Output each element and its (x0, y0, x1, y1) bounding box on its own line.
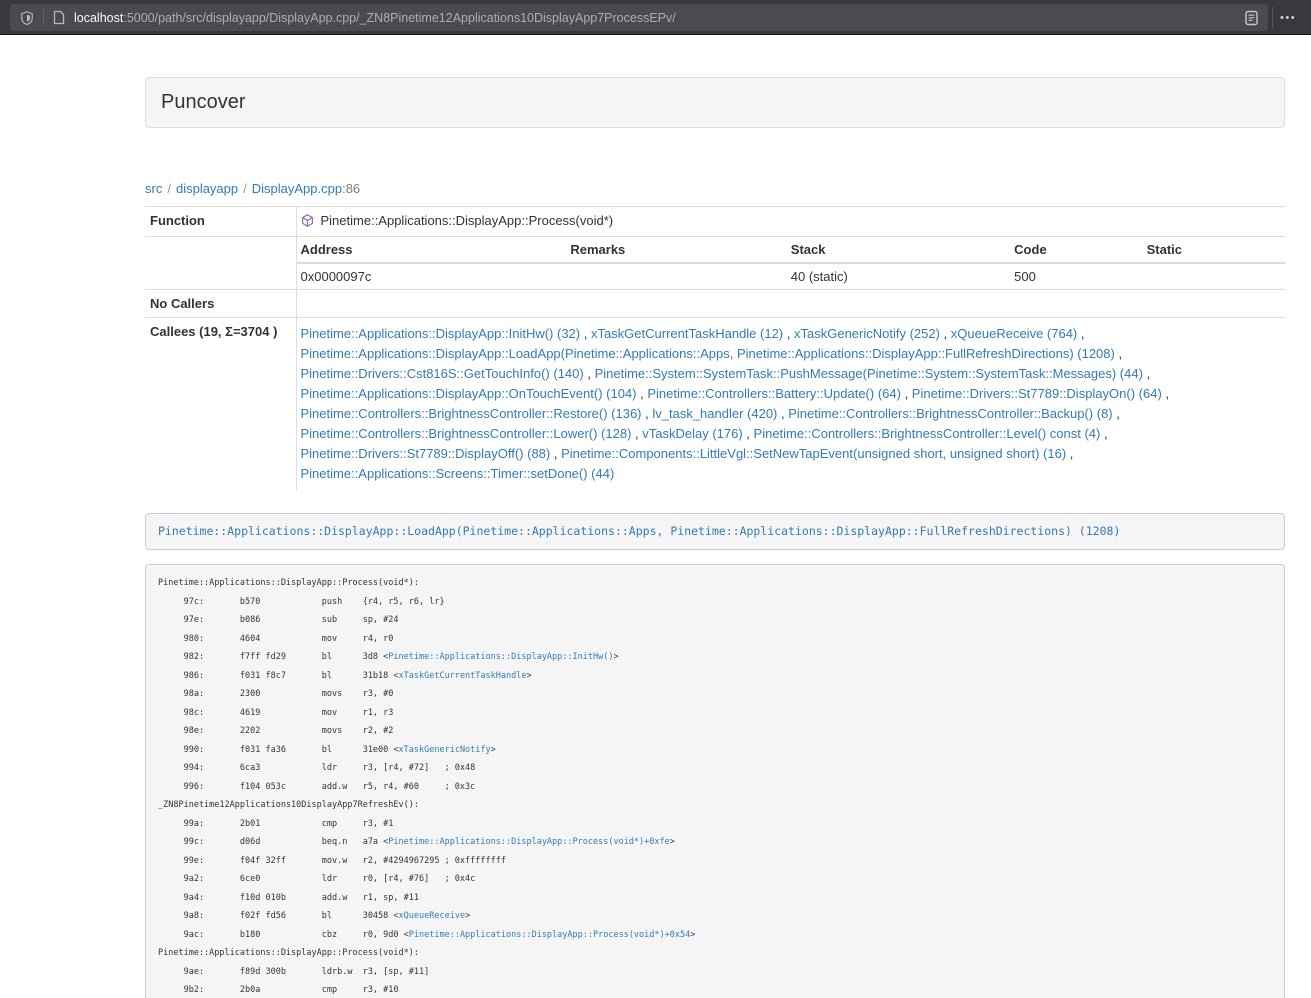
code-symbol-link[interactable]: Pinetime::Applications::DisplayApp::Init… (388, 652, 613, 662)
details-row: Address Remarks Stack Code Static 0x0000… (145, 237, 1285, 290)
breadcrumb-link-displayapp[interactable]: displayapp (176, 181, 238, 196)
toolbar-separator (1272, 7, 1273, 28)
breadcrumb-link-src[interactable]: src (145, 181, 162, 196)
code-symbol-link[interactable]: xTaskGenericNotify (399, 745, 491, 755)
callee-link[interactable]: xQueueReceive (764) (951, 326, 1077, 341)
reader-mode-icon[interactable] (1245, 10, 1258, 26)
breadcrumb-line-number: :86 (342, 181, 360, 196)
callee-link[interactable]: Pinetime::Drivers::St7789::DisplayOn() (… (912, 386, 1162, 401)
function-row: Function Pinetime::Applications::Display… (145, 207, 1285, 237)
col-stack: Stack (787, 237, 1010, 263)
url-host: localhost (74, 11, 123, 25)
disassembly-pre: Pinetime::Applications::DisplayApp::Proc… (145, 564, 1285, 998)
static-value (1143, 263, 1285, 289)
callee-link[interactable]: xTaskGetCurrentTaskHandle (12) (591, 326, 783, 341)
no-callers-cell (296, 290, 1285, 318)
url-text[interactable]: localhost:5000/path/src/displayapp/Displ… (74, 11, 1245, 25)
callees-list: Pinetime::Applications::DisplayApp::Init… (296, 318, 1285, 491)
breadcrumb-separator: / (162, 181, 176, 196)
code-symbol-link[interactable]: xTaskGetCurrentTaskHandle (399, 671, 527, 681)
package-icon (301, 214, 314, 230)
code-symbol-link[interactable]: Pinetime::Applications::DisplayApp::Proc… (409, 930, 690, 940)
callee-link[interactable]: xTaskGenericNotify (252) (794, 326, 940, 341)
details-cell: Address Remarks Stack Code Static 0x0000… (296, 237, 1285, 290)
no-callers-row: No Callers (145, 290, 1285, 318)
function-name: Pinetime::Applications::DisplayApp::Proc… (321, 213, 614, 228)
col-remarks: Remarks (566, 237, 786, 263)
stack-value: 40 (static) (787, 263, 1010, 289)
breadcrumb-separator: / (238, 181, 252, 196)
no-callers-label: No Callers (145, 290, 296, 318)
details-row-head (145, 237, 296, 290)
url-bar[interactable]: localhost:5000/path/src/displayapp/Displ… (10, 4, 1268, 31)
details-table: Address Remarks Stack Code Static 0x0000… (297, 237, 1286, 289)
breadcrumb-link-file[interactable]: DisplayApp.cpp (252, 181, 342, 196)
col-code: Code (1010, 237, 1142, 263)
remarks-value (566, 263, 786, 289)
callee-link[interactable]: lv_task_handler (420) (652, 406, 777, 421)
callee-link[interactable]: Pinetime::Drivers::St7789::DisplayOff() … (301, 446, 551, 461)
callees-label: Callees (19, Σ=3704 ) (145, 318, 296, 491)
details-header-row: Address Remarks Stack Code Static (297, 237, 1286, 263)
page-container: Puncover src/displayapp/DisplayApp.cpp:8… (145, 77, 1285, 998)
callee-link[interactable]: Pinetime::Components::LittleVgl::SetNewT… (561, 446, 1066, 461)
highlighted-symbol-panel: Pinetime::Applications::DisplayApp::Load… (145, 513, 1285, 550)
function-name-cell: Pinetime::Applications::DisplayApp::Proc… (296, 207, 1285, 237)
callee-link[interactable]: Pinetime::Controllers::Battery::Update()… (647, 386, 901, 401)
callee-link[interactable]: Pinetime::Controllers::BrightnessControl… (754, 426, 1101, 441)
page-icon[interactable] (53, 10, 65, 25)
menu-icon[interactable]: ••• (1280, 0, 1296, 35)
col-address: Address (297, 237, 567, 263)
url-path: :5000/path/src/displayapp/DisplayApp.cpp… (123, 11, 675, 25)
callee-link[interactable]: Pinetime::Controllers::BrightnessControl… (301, 406, 642, 421)
col-static: Static (1143, 237, 1285, 263)
highlighted-symbol-link[interactable]: Pinetime::Applications::DisplayApp::Load… (158, 524, 1120, 538)
details-value-row: 0x0000097c 40 (static) 500 (297, 263, 1286, 289)
callee-link[interactable]: Pinetime::Controllers::BrightnessControl… (788, 406, 1112, 421)
address-value: 0x0000097c (297, 263, 567, 289)
code-symbol-link[interactable]: Pinetime::Applications::DisplayApp::Proc… (388, 837, 669, 847)
breadcrumb: src/displayapp/DisplayApp.cpp:86 (145, 179, 1285, 199)
callee-link[interactable]: vTaskDelay (176) (642, 426, 742, 441)
code-value: 500 (1010, 263, 1142, 289)
browser-toolbar: localhost:5000/path/src/displayapp/Displ… (0, 0, 1311, 35)
function-label: Function (145, 207, 296, 237)
code-symbol-link[interactable]: xQueueReceive (399, 911, 466, 921)
callee-link[interactable]: Pinetime::Applications::DisplayApp::Load… (301, 346, 1115, 361)
callee-link[interactable]: Pinetime::Applications::Screens::Timer::… (301, 466, 615, 481)
urlbar-separator (43, 9, 44, 26)
callee-link[interactable]: Pinetime::Controllers::BrightnessControl… (301, 426, 632, 441)
callee-link[interactable]: Pinetime::Applications::DisplayApp::OnTo… (301, 386, 637, 401)
function-table: Function Pinetime::Applications::Display… (145, 206, 1285, 490)
callees-row: Callees (19, Σ=3704 ) Pinetime::Applicat… (145, 318, 1285, 491)
callee-link[interactable]: Pinetime::System::SystemTask::PushMessag… (595, 366, 1143, 381)
shield-icon[interactable] (20, 10, 34, 26)
page-title: Puncover (161, 91, 246, 113)
page-header-panel: Puncover (145, 77, 1285, 128)
callee-link[interactable]: Pinetime::Drivers::Cst816S::GetTouchInfo… (301, 366, 584, 381)
callee-link[interactable]: Pinetime::Applications::DisplayApp::Init… (301, 326, 581, 341)
